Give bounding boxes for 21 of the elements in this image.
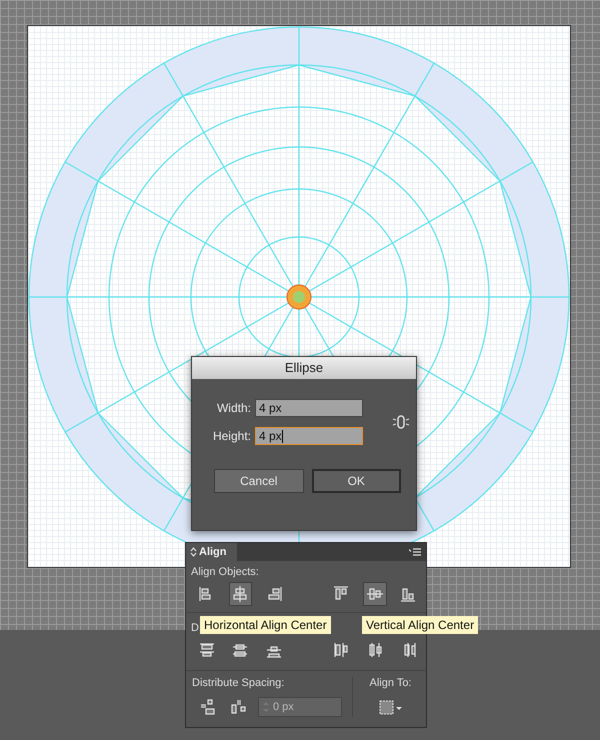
ok-button[interactable]: OK xyxy=(312,469,401,493)
expand-icon[interactable] xyxy=(190,547,197,557)
tooltip: Vertical Align Center xyxy=(362,616,478,634)
align-button[interactable] xyxy=(228,582,252,606)
section-label: Align Objects: xyxy=(191,566,259,578)
align-to-selection-icon[interactable] xyxy=(378,699,404,717)
tooltip: Horizontal Align Center xyxy=(200,616,331,634)
section-label: Align To: xyxy=(370,677,412,689)
link-icon[interactable] xyxy=(392,415,410,429)
field-label: Height: xyxy=(212,429,251,443)
menu-icon[interactable] xyxy=(409,548,421,556)
align-button[interactable] xyxy=(363,582,386,606)
section-label: D xyxy=(191,622,199,634)
field-label: Width: xyxy=(216,401,251,415)
input-field[interactable]: 4 px xyxy=(255,399,363,417)
panel-title: Align xyxy=(199,546,226,558)
panel-tab[interactable]: Align xyxy=(186,543,237,561)
dialog-title: Ellipse xyxy=(192,357,416,379)
input-field[interactable]: 4 px xyxy=(255,427,363,445)
section-label: Distribute Spacing: xyxy=(192,677,284,689)
cancel-button[interactable]: Cancel xyxy=(214,469,304,493)
